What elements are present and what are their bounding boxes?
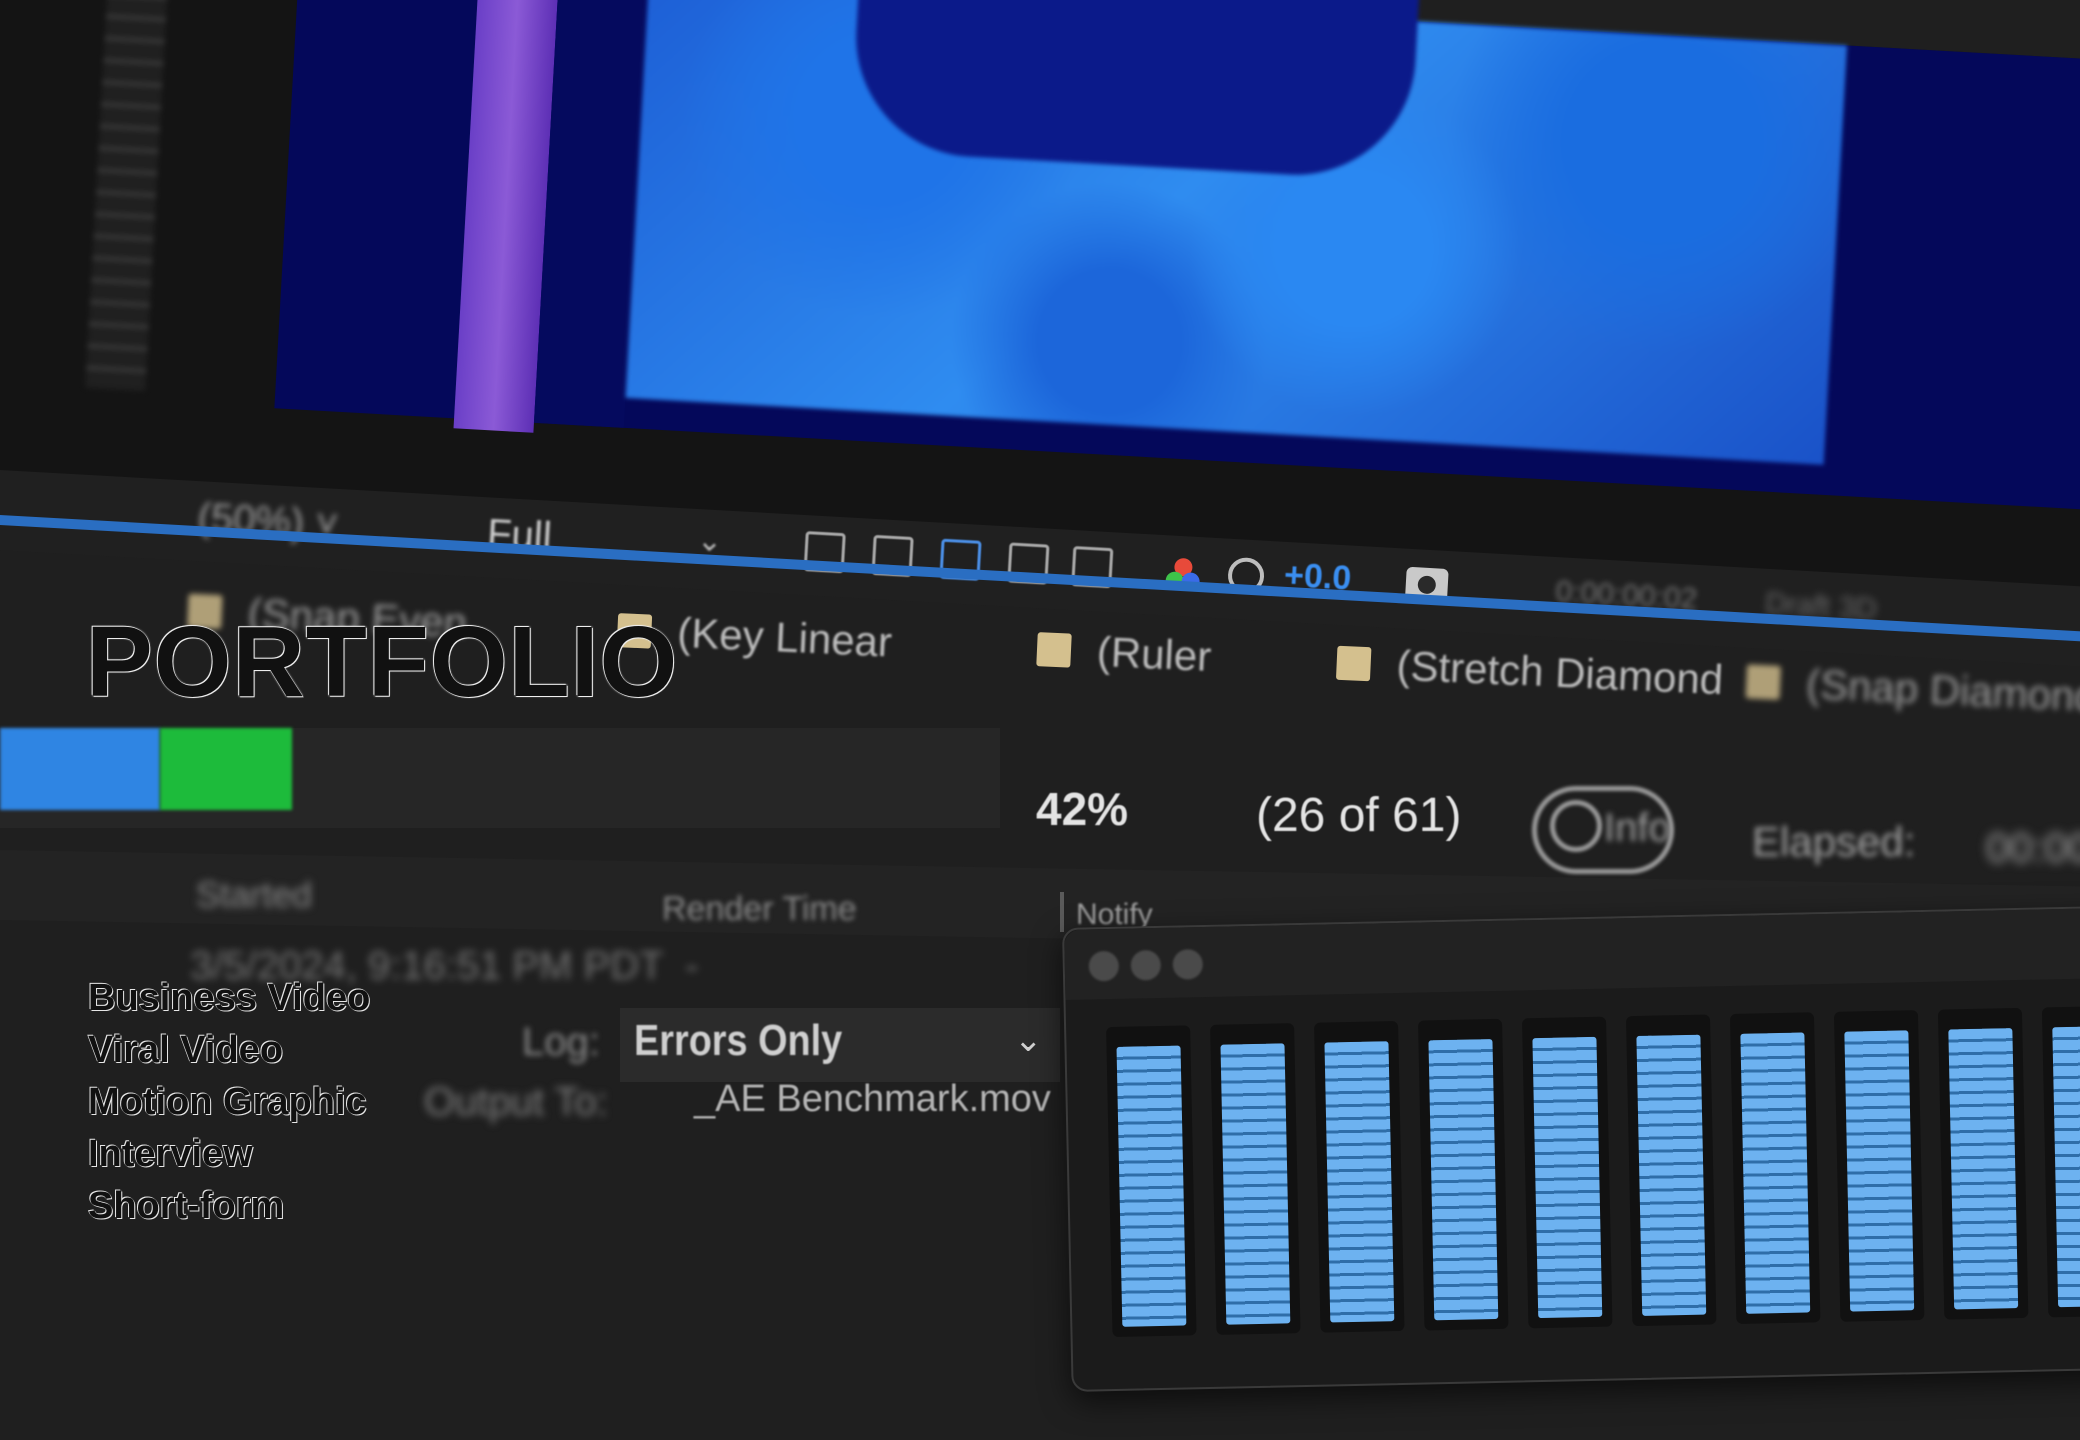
close-window-button[interactable] bbox=[1088, 950, 1120, 982]
swatch-item[interactable]: (Ruler bbox=[1036, 625, 1212, 681]
log-label: Log: bbox=[522, 1020, 600, 1064]
render-progress-current bbox=[160, 728, 292, 810]
swatch-label: (Stretch Diamond bbox=[1395, 641, 1725, 704]
elapsed-value: 00:00 bbox=[1986, 824, 2080, 871]
log-dropdown-value: Errors Only bbox=[634, 1016, 843, 1065]
nav-item-interview[interactable]: Interview bbox=[88, 1128, 370, 1180]
column-divider bbox=[1060, 892, 1064, 932]
maximize-window-button[interactable] bbox=[1172, 949, 1204, 980]
swatch-item[interactable]: (Stretch Diamond bbox=[1335, 639, 1725, 704]
render-progress-percent: 42% bbox=[1036, 783, 1129, 835]
nav-item-short-form[interactable]: Short-form bbox=[88, 1180, 370, 1232]
swatch-label: (Key Linear bbox=[676, 608, 894, 666]
nav-item-business-video[interactable]: Business Video bbox=[88, 972, 370, 1024]
info-label: Info bbox=[1604, 806, 1671, 850]
output-file[interactable]: _AE Benchmark.mov bbox=[694, 1078, 1051, 1121]
level-meter bbox=[1833, 1010, 1925, 1322]
level-meter bbox=[1106, 1025, 1197, 1338]
column-started[interactable]: Started bbox=[196, 874, 312, 916]
minimize-window-button[interactable] bbox=[1130, 949, 1162, 981]
elapsed-label: Elapsed: bbox=[1752, 818, 1916, 865]
level-meter bbox=[2041, 1005, 2080, 1318]
level-meter bbox=[1729, 1012, 1821, 1324]
level-meter bbox=[1625, 1014, 1717, 1327]
level-meter bbox=[1521, 1016, 1613, 1329]
portfolio-nav: Business Video Viral Video Motion Graphi… bbox=[88, 972, 370, 1232]
level-meter bbox=[1210, 1023, 1301, 1335]
audio-meters-window bbox=[1062, 905, 2080, 1392]
level-meter bbox=[1937, 1007, 2029, 1320]
level-meter bbox=[1418, 1018, 1509, 1331]
nav-item-motion-graphic[interactable]: Motion Graphic bbox=[88, 1076, 370, 1128]
level-meter bbox=[1314, 1020, 1405, 1333]
frame-count: (26 of 61) bbox=[1256, 789, 1462, 842]
output-to-label: Output To: bbox=[424, 1080, 608, 1124]
render-progress-bar bbox=[0, 728, 160, 810]
page-title: PORTFOLIO bbox=[86, 606, 679, 718]
nav-item-viral-video[interactable]: Viral Video bbox=[88, 1024, 370, 1076]
vertical-ruler bbox=[85, 0, 170, 392]
swatch-label: (Ruler bbox=[1095, 627, 1213, 681]
chevron-down-icon[interactable]: ⌄ bbox=[1014, 1020, 1043, 1060]
info-icon bbox=[1550, 800, 1602, 852]
column-render-time[interactable]: Render Time bbox=[662, 890, 857, 929]
swatch-item[interactable]: (Snap Diamond bbox=[1745, 657, 2080, 721]
